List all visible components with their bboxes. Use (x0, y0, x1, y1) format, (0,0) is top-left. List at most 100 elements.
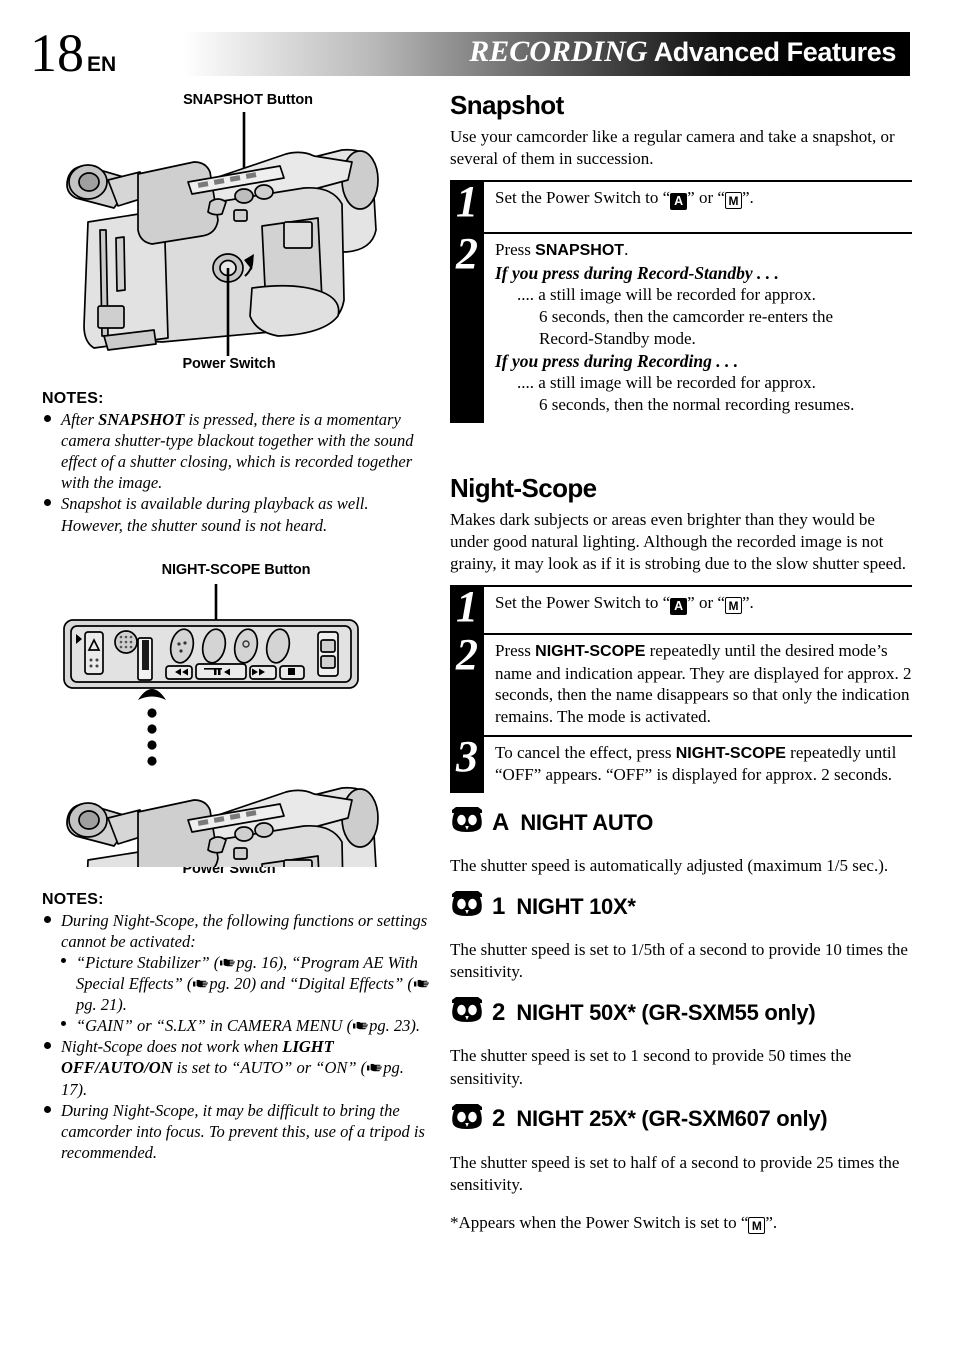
ns-step1-b: ” or “ (687, 593, 725, 613)
pointing-hand-icon (352, 1020, 369, 1032)
nightscope-modes-list: A NIGHT AUTO The shutter speed is automa… (450, 807, 912, 1234)
step-number: 2 (456, 229, 478, 279)
notes2-item-1-text: During Night-Scope, the following functi… (61, 910, 428, 951)
ns-step1-a: Set the Power Switch to “ (495, 593, 671, 613)
nightscope-step-1: 1 Set the Power Switch to “A” or “M”. (450, 585, 912, 633)
night-mode-label: NIGHT 50X* (GR-SXM55 only) (516, 999, 816, 1025)
night-mode-description: The shutter speed is set to half of a se… (450, 1152, 900, 1194)
night-mode-indicator: 2 (492, 1105, 506, 1133)
page-header: RECORDING Advanced Features 18 EN (0, 26, 954, 84)
bullet-icon (44, 1042, 51, 1050)
step-number: 1 (456, 582, 478, 632)
notes2-item-1-sub-2: “GAIN” or “S.LX” in CAMERA MENU ( pg. 23)… (61, 1015, 434, 1036)
night-mode-description: The shutter speed is set to 1/5th of a s… (450, 940, 908, 982)
notes1-item-2-text: Snapshot is available during playback as… (61, 494, 369, 535)
notes2-sub1-pg2: pg. 20) and “Digital Effects” ( (209, 973, 413, 993)
night-mode-row-2: 1 NIGHT 10X* (450, 891, 912, 922)
notes2-item-2-c: is set to “AUTO” or “ON” ( (172, 1058, 367, 1078)
ns-step1-c: ”. (741, 593, 754, 613)
notes2-sub2-a: “GAIN” or “S.LX” in CAMERA MENU ( (76, 1016, 353, 1036)
ns-step3-b: NIGHT-SCOPE (675, 744, 786, 762)
nightscope-footnote: *Appears when the Power Switch is set to… (450, 1213, 912, 1234)
bullet-icon (61, 957, 66, 963)
header-gradient-bar: RECORDING Advanced Features (44, 32, 910, 76)
nightscope-step-3: 3 To cancel the effect, press NIGHT-SCOP… (450, 731, 912, 793)
snapshot-heading: Snapshot (450, 90, 564, 120)
notes2-item-3-text: During Night-Scope, it may be difficult … (61, 1100, 425, 1162)
owl-icon (450, 997, 488, 1028)
camcorder-drawing-2 (63, 583, 379, 1016)
step2-sub2-head: If you press during Recording . . . (495, 350, 739, 371)
pointing-hand-icon (413, 978, 430, 990)
step2-sub2-line1: .... a still image will be recorded for … (517, 373, 816, 393)
night-mode-description: The shutter speed is automatically adjus… (450, 856, 889, 876)
notes2-sub2-pg: pg. 23). (369, 1016, 420, 1036)
step2-sub1-head: If you press during Record-Standby . . . (495, 262, 779, 283)
camcorder-drawing-1 (66, 112, 379, 356)
notes1-item-1: After SNAPSHOT is pressed, there is a mo… (42, 409, 434, 493)
ns-step2-a: Press (495, 641, 536, 661)
figure1-caption-bottom: Power Switch (182, 356, 276, 372)
ns-step3-a: To cancel the effect, press (495, 742, 676, 762)
step2-sub1-line3: Record-Standby mode. (539, 328, 696, 348)
page-number-value: 18 (30, 23, 84, 83)
mode-m-icon: M (748, 1216, 766, 1234)
ns-step2-b: NIGHT-SCOPE (535, 643, 646, 661)
notes2-item-1-sub-1: “Picture Stabilizer” (pg. 16), “Program … (61, 952, 434, 1015)
bullet-icon (44, 1105, 51, 1113)
bullet-icon (61, 1021, 66, 1027)
notes-block-2: NOTES: During Night-Scope, the following… (42, 891, 434, 1163)
step-number: 3 (456, 731, 478, 781)
figure2-camcorder-illustration (42, 582, 434, 1016)
bullet-icon (44, 415, 51, 422)
step1-text-c: ”. (741, 188, 754, 208)
night-mode-row-1: A NIGHT AUTO (450, 807, 912, 838)
night-mode-indicator: A (492, 808, 510, 836)
owl-icon (450, 807, 488, 838)
footnote-text-b: ”. (765, 1212, 778, 1232)
nightscope-heading: Night-Scope (450, 472, 597, 503)
snapshot-steps: 1 Set the Power Switch to “A” or “M”. 2 … (450, 180, 912, 423)
snapshot-intro: Use your camcorder like a regular camera… (450, 127, 895, 169)
pointing-hand-icon (192, 978, 209, 990)
night-mode-label: NIGHT AUTO (520, 809, 654, 835)
bullet-icon (44, 915, 51, 923)
right-column: Snapshot Use your camcorder like a regul… (450, 90, 912, 1251)
footnote-text-a: *Appears when the Power Switch is set to… (450, 1212, 749, 1232)
figure2-caption-top: NIGHT-SCOPE Button (161, 561, 311, 578)
mode-a-icon: A (670, 598, 688, 616)
page-language-code: EN (87, 53, 117, 76)
night-mode-indicator: 2 (492, 998, 506, 1026)
snapshot-step-2: 2 Press SNAPSHOT. If you press during Re… (450, 232, 912, 423)
notes2-sub1-pg3: pg. 21). (76, 995, 127, 1015)
step-text: Press NIGHT-SCOPE repeatedly until the d… (484, 633, 912, 735)
header-title-subtitle: Advanced Features (653, 37, 897, 67)
header-title: RECORDING Advanced Features (469, 35, 896, 69)
mode-m-icon: M (724, 597, 742, 615)
notes-block-1: NOTES: After SNAPSHOT is pressed, there … (42, 390, 434, 536)
night-mode-indicator: 1 (492, 892, 506, 920)
nightscope-step-2: 2 Press NIGHT-SCOPE repeatedly until the… (450, 633, 912, 735)
step2-press-b: SNAPSHOT (535, 242, 625, 260)
step1-text-b: ” or “ (687, 188, 725, 208)
nightscope-steps: 1 Set the Power Switch to “A” or “M”. 2 … (450, 585, 912, 794)
owl-icon (450, 1103, 488, 1135)
owl-icon (450, 891, 488, 922)
callout-arrow-icon (138, 688, 166, 766)
notes1-item-1-text: After SNAPSHOT is pressed, there is a mo… (61, 410, 414, 493)
step-number: 2 (456, 630, 478, 680)
night-mode-label: NIGHT 25X* (GR-SXM607 only) (516, 1106, 828, 1132)
bullet-icon (44, 499, 51, 507)
step2-press-c: . (624, 240, 629, 260)
mode-a-icon: A (670, 193, 688, 211)
pointing-hand-icon (219, 957, 236, 969)
snapshot-step-1: 1 Set the Power Switch to “A” or “M”. (450, 180, 912, 232)
step-text: Set the Power Switch to “A” or “M”. (484, 585, 912, 633)
night-mode-row-4: 2 NIGHT 25X* (GR-SXM607 only) (450, 1103, 912, 1135)
mode-m-icon: M (724, 192, 742, 210)
figure1-caption-top: SNAPSHOT Button (183, 92, 313, 108)
left-column: SNAPSHOT Button Power Switch NOTES: Afte… (42, 92, 434, 1163)
night-mode-label: NIGHT 10X* (516, 893, 636, 919)
step2-sub2-line2: 6 seconds, then the normal recording res… (539, 395, 855, 415)
step2-sub1-line1: .... a still image will be recorded for … (517, 285, 816, 305)
